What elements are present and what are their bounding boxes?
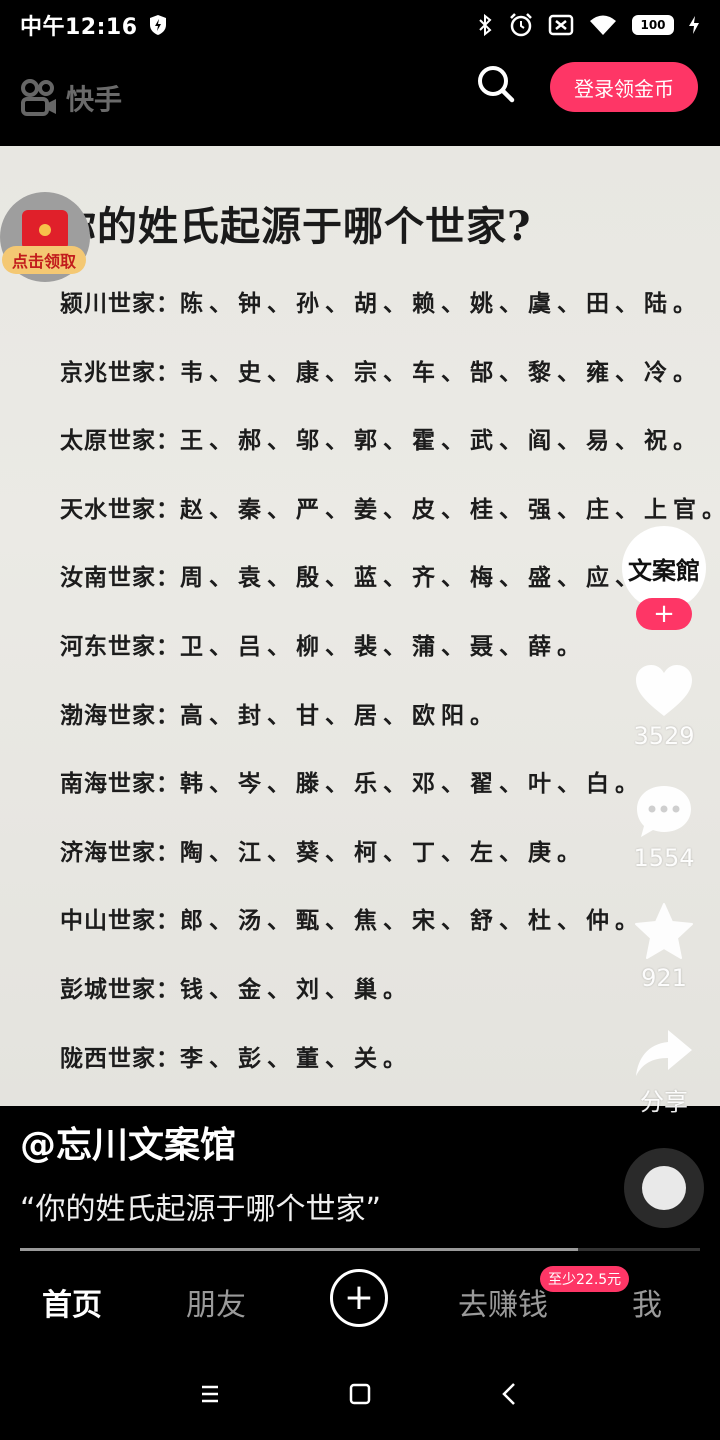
back-icon[interactable]: [492, 1376, 528, 1412]
system-nav-bar: [0, 1346, 720, 1440]
video-progress-fill: [20, 1248, 578, 1251]
clan-surnames: 陶、江、葵、柯、丁、左、庚。: [180, 838, 586, 866]
video-progress-bar[interactable]: [20, 1248, 700, 1251]
clan-list: 颍川世家： 陈、钟、孙、胡、赖、姚、虞、田、陆。 京兆世家： 韦、史、康、宗、车、郜…: [60, 284, 720, 1106]
clan-row: 京兆世家： 韦、史、康、宗、车、郜、黎、雍、冷。: [60, 353, 720, 422]
battery-indicator: 100: [632, 15, 674, 35]
music-disc[interactable]: [624, 1148, 704, 1228]
clan-surnames: 周、袁、殷、蓝、齐、梅、盛、应、: [180, 564, 644, 592]
search-icon[interactable]: [474, 62, 518, 106]
share-action[interactable]: 分享: [624, 1028, 704, 1117]
clan-surnames: 韩、岑、滕、乐、邓、翟、叶、白。: [180, 770, 644, 798]
charging-icon: [689, 16, 699, 34]
app-header: 快手 登录领金币: [0, 50, 720, 146]
bluetooth-icon: [479, 13, 492, 37]
clan-name: 中山世家：: [60, 907, 180, 935]
clan-name: 彭城世家：: [60, 975, 180, 1003]
clan-surnames: 王、郝、邬、郭、霍、武、阎、易、祝。: [180, 427, 702, 455]
clan-row: 太原世家： 王、郝、邬、郭、霍、武、阎、易、祝。: [60, 421, 720, 490]
clan-name: 京兆世家：: [60, 358, 180, 386]
clan-row: 汝南世家： 周、袁、殷、蓝、齐、梅、盛、应、: [60, 558, 720, 627]
like-action[interactable]: 3529: [624, 664, 704, 750]
nav-me[interactable]: 我: [632, 1280, 662, 1324]
clan-surnames: 卫、吕、柳、裴、蒲、聂、薛。: [180, 632, 586, 660]
clan-row: 渤海世家： 高、封、甘、居、欧阳。: [60, 696, 720, 765]
post-caption: “你的姓氏起源于哪个世家”: [20, 1192, 382, 1227]
comment-icon[interactable]: [635, 784, 693, 840]
login-earn-coins-button[interactable]: 登录领金币: [550, 62, 698, 112]
kuaishou-logo-icon: [21, 79, 56, 116]
heart-icon[interactable]: [634, 664, 694, 718]
clan-row: 颍川世家： 陈、钟、孙、胡、赖、姚、虞、田、陆。: [60, 284, 720, 353]
clan-surnames: 郎、汤、甄、焦、宋、舒、杜、仲。: [180, 907, 644, 935]
sim-off-icon: [548, 14, 574, 36]
star-icon[interactable]: [634, 902, 694, 960]
clan-surnames: 陈、钟、孙、胡、赖、姚、虞、田、陆。: [180, 290, 702, 317]
nav-earn[interactable]: 去赚钱: [458, 1280, 548, 1324]
home-square-icon[interactable]: [342, 1376, 378, 1412]
clan-row: 中山世家： 郎、汤、甄、焦、宋、舒、杜、仲。: [60, 901, 720, 970]
clan-row: 陇西世家： 李、彭、董、关。: [60, 1039, 720, 1106]
favorite-count: 921: [641, 964, 687, 992]
video-text-title: 你的姓氏起源于哪个世家?: [56, 203, 532, 250]
clan-name: 陇西世家：: [60, 1044, 180, 1072]
clan-name: 汝南世家：: [60, 564, 180, 592]
clan-row: 河东世家： 卫、吕、柳、裴、蒲、聂、薛。: [60, 627, 720, 696]
menu-icon[interactable]: [192, 1376, 228, 1412]
video-player[interactable]: 你的姓氏起源于哪个世家? 颍川世家： 陈、钟、孙、胡、赖、姚、虞、田、陆。 京兆世…: [0, 146, 720, 1106]
create-post-button[interactable]: +: [330, 1269, 388, 1327]
comment-action[interactable]: 1554: [624, 784, 704, 872]
bottom-nav: 首页 朋友 + 去赚钱 至少22.5元 我: [0, 1256, 720, 1346]
battery-level: 100: [632, 15, 674, 35]
share-icon[interactable]: [634, 1028, 694, 1078]
nav-home[interactable]: 首页: [42, 1280, 102, 1324]
author-name[interactable]: @忘川文案馆: [20, 1116, 236, 1168]
clan-name: 天水世家：: [60, 495, 180, 523]
music-cover: [642, 1166, 686, 1210]
clan-row: 天水世家： 赵、秦、严、姜、皮、桂、强、庄、上官。: [60, 490, 720, 559]
clan-surnames: 钱、金、刘、巢。: [180, 975, 412, 1003]
clan-surnames: 赵、秦、严、姜、皮、桂、强、庄、上官。: [180, 495, 720, 523]
favorite-action[interactable]: 921: [624, 902, 704, 992]
clan-name: 济海世家：: [60, 838, 180, 866]
follow-button[interactable]: +: [636, 598, 692, 630]
clan-name: 河东世家：: [60, 632, 180, 660]
alarm-icon: [510, 13, 532, 37]
clan-name: 渤海世家：: [60, 701, 180, 729]
clan-name: 颍川世家：: [60, 290, 180, 317]
clan-name: 太原世家：: [60, 427, 180, 455]
comment-count: 1554: [633, 844, 695, 872]
clan-surnames: 韦、史、康、宗、车、郜、黎、雍、冷。: [180, 358, 702, 386]
red-packet-icon: [22, 210, 68, 250]
clan-row: 济海世家： 陶、江、葵、柯、丁、左、庚。: [60, 833, 720, 902]
red-packet-label[interactable]: 点击领取: [2, 246, 86, 274]
earn-badge: 至少22.5元: [540, 1266, 630, 1292]
logo-text: 快手: [66, 83, 123, 116]
clan-surnames: 高、封、甘、居、欧阳。: [180, 701, 499, 729]
status-time: 中午12:16: [20, 15, 138, 40]
clan-row: 彭城世家： 钱、金、刘、巢。: [60, 970, 720, 1039]
clan-row: 南海世家： 韩、岑、滕、乐、邓、翟、叶、白。: [60, 764, 720, 833]
clan-surnames: 李、彭、董、关。: [180, 1044, 412, 1072]
nav-friends[interactable]: 朋友: [186, 1280, 246, 1324]
kuaishou-logo: 快手: [20, 78, 122, 118]
clan-name: 南海世家：: [60, 770, 180, 798]
like-count: 3529: [633, 722, 695, 750]
shield-icon: [149, 15, 166, 35]
share-label: 分享: [640, 1088, 688, 1116]
status-icons: 100: [476, 12, 700, 38]
wifi-icon: [590, 15, 616, 35]
status-bar: 中午12:16 100: [0, 0, 720, 50]
